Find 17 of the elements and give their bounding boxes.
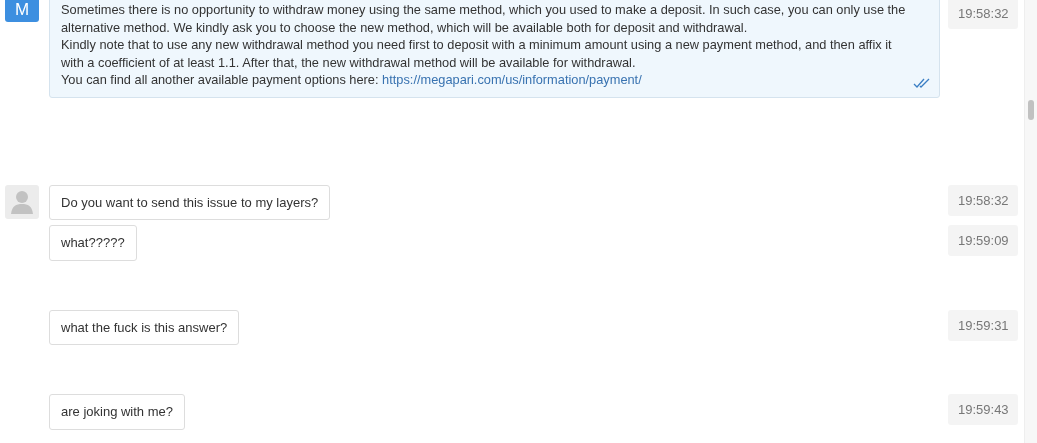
message-text: Do you want to send this issue to my layers? <box>61 193 319 211</box>
avatar: M <box>5 0 39 22</box>
message-text: You can find all another available payment options here: <box>61 72 379 87</box>
scrollbar[interactable] <box>1024 0 1037 443</box>
message-text: Kindly note that to use any new withdrawal method you need first to deposit with a minimum amount using a new payment method, and then affix it with a coefficient of at least 1.1. After that, the new withdrawal method will be available for withdrawal. <box>61 36 893 71</box>
message-text: are joking with me? <box>61 403 173 421</box>
timestamp: 19:58:32 <box>948 0 1018 29</box>
avatar-icon <box>5 184 39 219</box>
payment-link[interactable]: https://megapari.com/us/information/payment/ <box>382 72 642 87</box>
timestamp: 19:59:43 <box>948 394 1018 425</box>
timestamp: 19:59:31 <box>948 309 1018 341</box>
message-text: Sometimes there is no opportunity to withdraw money using the same method, which you used to make a deposit. In such case, you can only use the alternative method. We kindly ask you to choose the new method, which will be available both for deposit and withdrawal. <box>61 1 907 36</box>
message-text: what the fuck is this answer? <box>61 318 228 336</box>
timestamp: 19:58:32 <box>948 184 1018 216</box>
timestamp: 19:59:09 <box>948 225 1018 256</box>
scrollbar-thumb[interactable] <box>1028 100 1034 120</box>
message-text: what????? <box>61 234 125 252</box>
